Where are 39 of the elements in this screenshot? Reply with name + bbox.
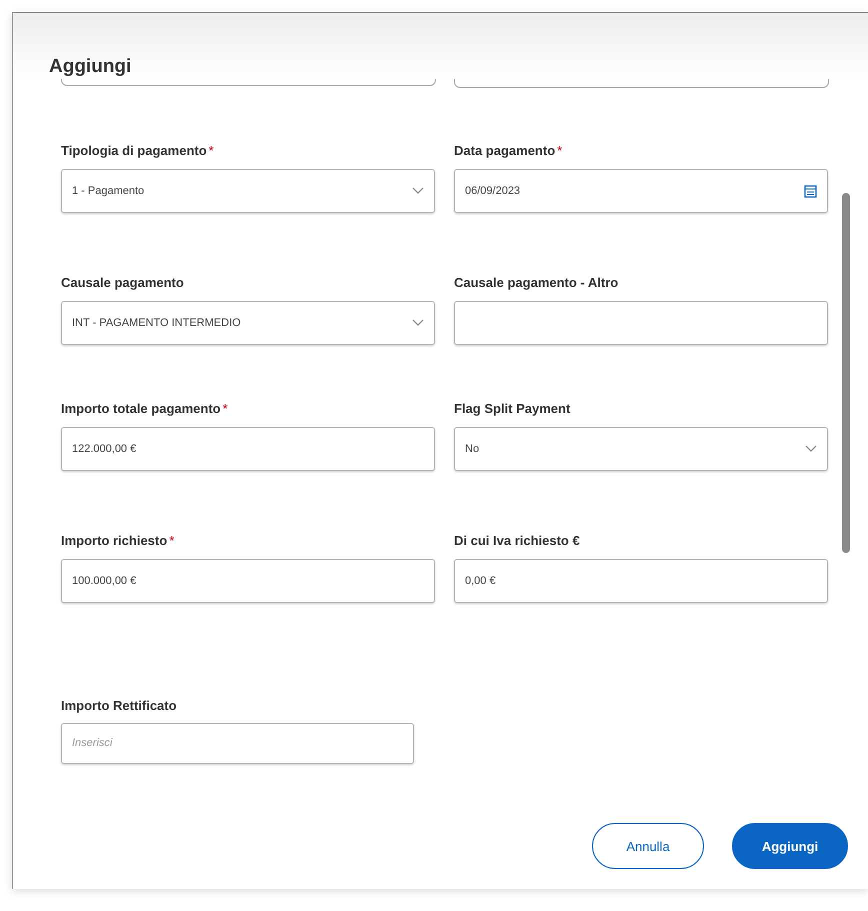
chevron-down-icon	[805, 445, 817, 453]
field-value: No	[465, 443, 480, 455]
scrollbar[interactable]	[842, 193, 850, 553]
field-label: Flag Split Payment	[454, 401, 570, 418]
dropdown-field[interactable]: INT - PAGAMENTO INTERMEDIO	[61, 301, 435, 345]
input-field[interactable]	[454, 301, 828, 345]
calendar-icon[interactable]	[804, 184, 817, 198]
dropdown-field[interactable]: No	[454, 427, 828, 471]
field-label: Causale pagamento	[61, 275, 184, 292]
dropdown-field[interactable]: 1 - Pagamento	[61, 169, 435, 213]
field-label: Importo Rettificato	[61, 698, 177, 715]
chevron-down-icon	[412, 187, 424, 195]
dialog-title: Aggiungi	[49, 55, 132, 79]
cancel-button[interactable]: Annulla	[592, 823, 704, 869]
required-mark: *	[169, 533, 174, 550]
field-label: Importo richiesto	[61, 533, 168, 550]
field-label: Di cui Iva richiesto €	[454, 533, 580, 550]
placeholder: Inserisci	[72, 737, 114, 750]
field-value: 100.000,00 €	[72, 575, 138, 587]
field-label: Data pagamento	[454, 143, 556, 160]
required-mark: *	[208, 143, 214, 160]
input-field[interactable]: 0,00 €	[454, 559, 828, 603]
field-value: 1 - Pagamento	[72, 185, 146, 197]
chevron-down-icon	[412, 319, 424, 327]
field-value: 06/09/2023	[465, 185, 522, 197]
field-label: Tipologia di pagamento	[61, 143, 207, 160]
field-value: INT - PAGAMENTO INTERMEDIO	[72, 317, 242, 329]
input-field[interactable]	[61, 79, 436, 86]
field-label: Importo totale pagamento	[61, 401, 221, 418]
add-button[interactable]: Aggiungi	[732, 823, 848, 869]
field-value: 0,00 €	[465, 575, 497, 587]
field-label: Causale pagamento - Altro	[454, 275, 618, 292]
input-field[interactable]	[454, 79, 829, 88]
required-mark: *	[222, 401, 228, 418]
required-mark: *	[557, 143, 562, 160]
field-value: 122.000,00 €	[72, 443, 138, 455]
date-field[interactable]: 06/09/2023	[454, 169, 828, 213]
input-field[interactable]: 122.000,00 €	[61, 427, 435, 471]
input-field[interactable]: 100.000,00 €	[61, 559, 435, 603]
